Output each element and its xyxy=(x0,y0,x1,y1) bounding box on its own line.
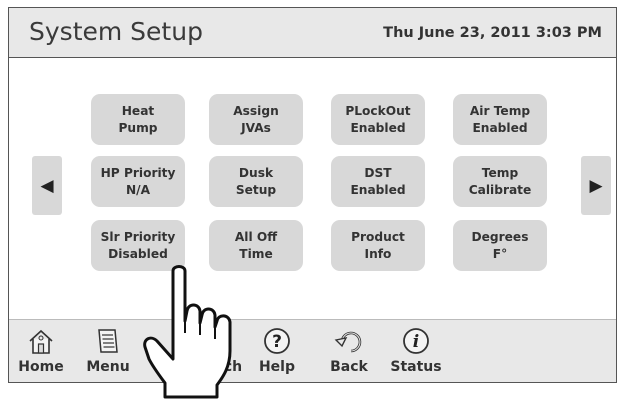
back-button[interactable]: Back xyxy=(326,320,372,382)
menu-label: Menu xyxy=(86,359,130,375)
button-label-line1: Assign xyxy=(233,103,279,118)
plockout-button[interactable]: PLockOut Enabled xyxy=(331,94,425,145)
button-label-line1: Slr Priority xyxy=(100,229,176,244)
heat-pump-button[interactable]: Heat Pump xyxy=(91,94,185,145)
hp-priority-button[interactable]: HP Priority N/A xyxy=(91,156,185,207)
button-label-line2: F° xyxy=(492,246,508,261)
header-bar: System Setup Thu June 23, 2011 3:03 PM xyxy=(9,8,616,57)
date-time-display: Thu June 23, 2011 3:03 PM xyxy=(383,25,602,41)
search-icon xyxy=(206,326,236,356)
button-label-line1: Heat xyxy=(121,103,155,118)
status-label: Status xyxy=(390,359,442,375)
header-divider xyxy=(9,57,616,58)
next-page-button[interactable]: ▶ xyxy=(581,156,611,215)
back-label: Back xyxy=(330,359,368,375)
left-arrow-icon: ◀ xyxy=(40,175,54,196)
degrees-button[interactable]: Degrees F° xyxy=(453,220,547,271)
button-label-line1: All Off xyxy=(234,229,278,244)
svg-text:?: ? xyxy=(272,332,282,352)
back-icon xyxy=(334,326,364,356)
button-label-line1: Air Temp xyxy=(469,103,531,118)
help-label: Help xyxy=(258,359,296,375)
page-title: System Setup xyxy=(29,17,203,46)
button-label-line2: Pump xyxy=(118,120,158,135)
button-label-line2: Info xyxy=(364,246,392,261)
button-label-line2: N/A xyxy=(125,182,151,197)
button-label-line2: Time xyxy=(239,246,273,261)
button-label-line1: Degrees xyxy=(471,229,529,244)
right-arrow-icon: ▶ xyxy=(589,175,603,196)
home-label: Home xyxy=(18,359,64,375)
home-button[interactable]: Home xyxy=(18,320,64,382)
button-label-line2: Setup xyxy=(235,182,277,197)
button-label-line1: PLockOut xyxy=(345,103,411,118)
svg-text:i: i xyxy=(413,332,419,352)
button-label-line2: JVAs xyxy=(241,120,271,135)
button-label-line1: Temp xyxy=(481,165,519,180)
system-setup-screen: System Setup Thu June 23, 2011 3:03 PM ◀… xyxy=(8,7,617,383)
slr-priority-button[interactable]: Slr Priority Disabled xyxy=(91,220,185,271)
dst-button[interactable]: DST Enabled xyxy=(331,156,425,207)
button-label-line2: Disabled xyxy=(108,246,168,261)
button-label-line1: Product xyxy=(351,229,405,244)
search-label: ch xyxy=(223,359,243,375)
button-label-line2: Enabled xyxy=(350,120,406,135)
status-button[interactable]: i Status xyxy=(389,320,443,382)
button-label-line2: Enabled xyxy=(472,120,528,135)
temp-calibrate-button[interactable]: Temp Calibrate xyxy=(453,156,547,207)
footer-nav-bar: Home Menu ch ? Help Back i Status xyxy=(9,319,616,382)
search-button[interactable]: ch xyxy=(201,320,243,382)
home-icon xyxy=(26,326,56,356)
help-icon: ? xyxy=(262,326,292,356)
button-label-line2: Calibrate xyxy=(468,182,532,197)
menu-icon xyxy=(93,326,123,356)
product-info-button[interactable]: Product Info xyxy=(331,220,425,271)
dusk-setup-button[interactable]: Dusk Setup xyxy=(209,156,303,207)
menu-button[interactable]: Menu xyxy=(83,320,133,382)
assign-jvas-button[interactable]: Assign JVAs xyxy=(209,94,303,145)
status-icon: i xyxy=(401,326,431,356)
air-temp-button[interactable]: Air Temp Enabled xyxy=(453,94,547,145)
button-label-line1: Dusk xyxy=(238,165,274,180)
button-label-line2: Enabled xyxy=(350,182,406,197)
all-off-time-button[interactable]: All Off Time xyxy=(209,220,303,271)
button-label-line1: DST xyxy=(364,165,392,180)
button-label-line1: HP Priority xyxy=(100,165,176,180)
previous-page-button[interactable]: ◀ xyxy=(32,156,62,215)
help-button[interactable]: ? Help xyxy=(254,320,300,382)
